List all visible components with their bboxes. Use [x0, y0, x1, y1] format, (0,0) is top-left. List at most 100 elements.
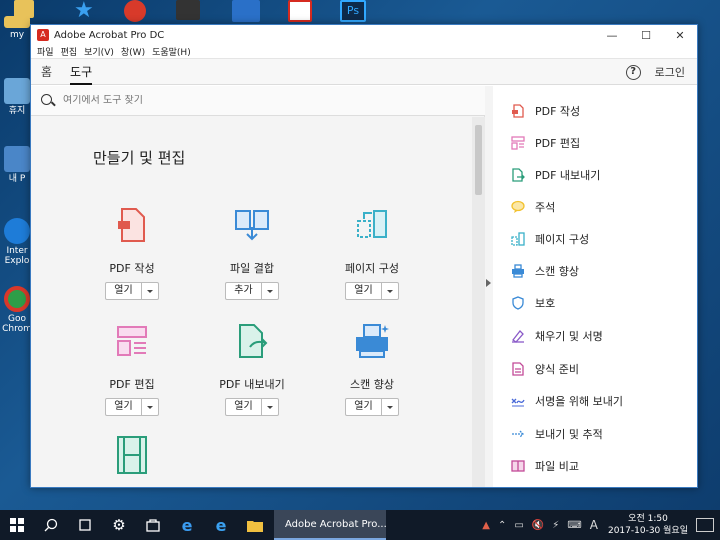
star-app-icon[interactable]: ★ [74, 0, 102, 24]
notification-icon[interactable] [696, 518, 714, 532]
edge-button[interactable]: e [170, 510, 204, 540]
side-tool-fill-sign[interactable]: 채우기 및 서명 [511, 326, 603, 346]
task-view-button[interactable] [68, 510, 102, 540]
pane-collapse-arrow-icon[interactable] [486, 276, 492, 290]
tool-search-input[interactable] [63, 95, 443, 106]
edit-pdf-icon[interactable] [112, 321, 152, 361]
tab-tools[interactable]: 도구 [70, 59, 93, 85]
side-tool-enhance-scans[interactable]: 스캔 향상 [511, 261, 579, 281]
organize-pages-icon[interactable] [352, 205, 392, 245]
search-button[interactable] [34, 510, 68, 540]
side-tool-organize-pages[interactable]: 페이지 구성 [511, 229, 589, 249]
minimize-button[interactable]: — [595, 25, 629, 45]
computer-icon [4, 146, 30, 172]
maximize-button[interactable]: ☐ [629, 25, 663, 45]
menu-window[interactable]: 창(W) [121, 45, 145, 58]
menu-file[interactable]: 파일 [37, 45, 54, 58]
side-tool-send-track[interactable]: 보내기 및 추적 [511, 424, 603, 444]
ime-indicator[interactable]: A [590, 518, 598, 532]
side-tool-compare-files[interactable]: 파일 비교 [511, 456, 579, 476]
side-tool-label: PDF 편집 [535, 137, 581, 150]
power-icon[interactable]: ⚡ [552, 520, 559, 531]
side-tool-label: 보내기 및 추적 [535, 428, 603, 441]
desktop-icon-recycle[interactable]: 휴지 [2, 78, 32, 116]
side-tool-comment[interactable]: 주석 [511, 197, 555, 217]
menu-edit[interactable]: 편집 [61, 45, 78, 58]
side-tool-label: 주석 [535, 201, 556, 214]
chevron-down-icon[interactable] [382, 283, 398, 299]
open-button[interactable]: 열기 [106, 399, 142, 415]
side-tool-create-pdf[interactable]: PDF 작성 [511, 101, 580, 121]
combine-files-icon[interactable] [232, 205, 272, 245]
tab-home[interactable]: 홈 [41, 59, 52, 85]
tools-grid: 만들기 및 편집 PDF 작성 열기 파일 결합 추가 페이지 구성 열기 PD… [31, 117, 471, 487]
menu-help[interactable]: 도움말(H) [152, 45, 191, 58]
clock-date: 2017-10-30 월요일 [607, 526, 688, 536]
tool-card-organize-pages: 페이지 구성 열기 [317, 205, 427, 300]
tools-center-pane: 만들기 및 편집 PDF 작성 열기 [31, 86, 485, 487]
desktop-icon-chrome[interactable]: Goo Chrom [2, 286, 32, 334]
person-icon[interactable]: ▲ [482, 520, 490, 531]
search-icon[interactable] [41, 93, 55, 108]
chevron-down-icon[interactable] [262, 283, 278, 299]
side-tool-protect[interactable]: 보호 [511, 293, 555, 313]
help-icon[interactable]: ? [625, 64, 641, 80]
chevron-up-icon[interactable]: ⌃ [498, 520, 506, 531]
open-button[interactable]: 열기 [346, 283, 382, 299]
desktop-icon-my[interactable]: my [2, 16, 32, 40]
photoshop-icon[interactable]: Ps [340, 0, 366, 22]
desktop-icon-label: 휴지 [8, 106, 26, 116]
settings-button[interactable]: ⚙ [102, 510, 136, 540]
open-button[interactable]: 열기 [226, 399, 262, 415]
open-button[interactable]: 열기 [346, 399, 382, 415]
create-pdf-icon[interactable] [112, 205, 152, 245]
organize-pages-icon [511, 232, 525, 246]
chevron-down-icon[interactable] [262, 399, 278, 415]
taskbar-acrobat-app[interactable]: Adobe Acrobat Pro... [274, 510, 387, 540]
keyboard-icon[interactable]: ⌨ [567, 520, 581, 531]
scroll-thumb[interactable] [475, 125, 482, 195]
side-tool-export-pdf[interactable]: PDF 내보내기 [511, 165, 600, 185]
tool-name: PDF 편집 [109, 378, 155, 391]
store-button[interactable] [136, 510, 170, 540]
edge-icon: e [181, 515, 193, 535]
network-icon[interactable]: ▭ [514, 520, 523, 531]
clapper-icon[interactable] [176, 0, 200, 20]
chevron-down-icon[interactable] [382, 399, 398, 415]
tool-card-create-pdf: PDF 작성 열기 [77, 205, 187, 300]
side-tool-prepare-form[interactable]: 양식 준비 [511, 359, 579, 379]
section-title: 만들기 및 편집 [93, 149, 186, 167]
side-tool-send-for-signature[interactable]: 서명을 위해 보내기 [511, 391, 623, 411]
tool-card-enhance-scans: 스캔 향상 열기 [317, 321, 427, 416]
acrobat-icon[interactable] [288, 0, 312, 22]
ie-button[interactable]: e [204, 510, 238, 540]
tool-name: PDF 내보내기 [219, 378, 285, 391]
chrome-like-icon[interactable] [124, 0, 146, 22]
chevron-down-icon[interactable] [142, 399, 158, 415]
file-explorer-button[interactable] [238, 510, 272, 540]
tool-card-rich-media [77, 435, 187, 478]
enhance-scans-icon[interactable] [352, 321, 392, 361]
volume-muted-icon[interactable]: 🔇 [532, 520, 544, 531]
window-title: Adobe Acrobat Pro DC [54, 29, 165, 41]
clock[interactable]: 오전 1:50 2017-10-30 월요일 [608, 513, 688, 537]
close-button[interactable]: ✕ [663, 25, 697, 45]
open-button[interactable]: 열기 [106, 283, 142, 299]
add-button[interactable]: 추가 [226, 283, 262, 299]
camera-icon[interactable] [232, 0, 260, 22]
menu-view[interactable]: 보기(V) [84, 45, 114, 58]
start-button[interactable] [0, 510, 34, 540]
store-bag-icon [146, 519, 160, 532]
desktop-icon-ie[interactable]: Inter Explo [2, 218, 32, 266]
export-pdf-icon[interactable] [232, 321, 272, 361]
title-bar[interactable]: A Adobe Acrobat Pro DC — ☐ ✕ [31, 25, 697, 45]
tool-card-edit-pdf: PDF 편집 열기 [77, 321, 187, 416]
film-strip-icon[interactable] [112, 435, 152, 475]
acrobat-window: A Adobe Acrobat Pro DC — ☐ ✕ 파일 편집 보기(V)… [30, 24, 698, 488]
side-tool-edit-pdf[interactable]: PDF 편집 [511, 133, 580, 153]
login-link[interactable]: 로그인 [655, 64, 685, 80]
tools-scrollbar[interactable] [472, 117, 485, 487]
chevron-down-icon[interactable] [142, 283, 158, 299]
desktop-icon-pc[interactable]: 내 P [2, 146, 32, 184]
shield-icon [512, 296, 524, 310]
